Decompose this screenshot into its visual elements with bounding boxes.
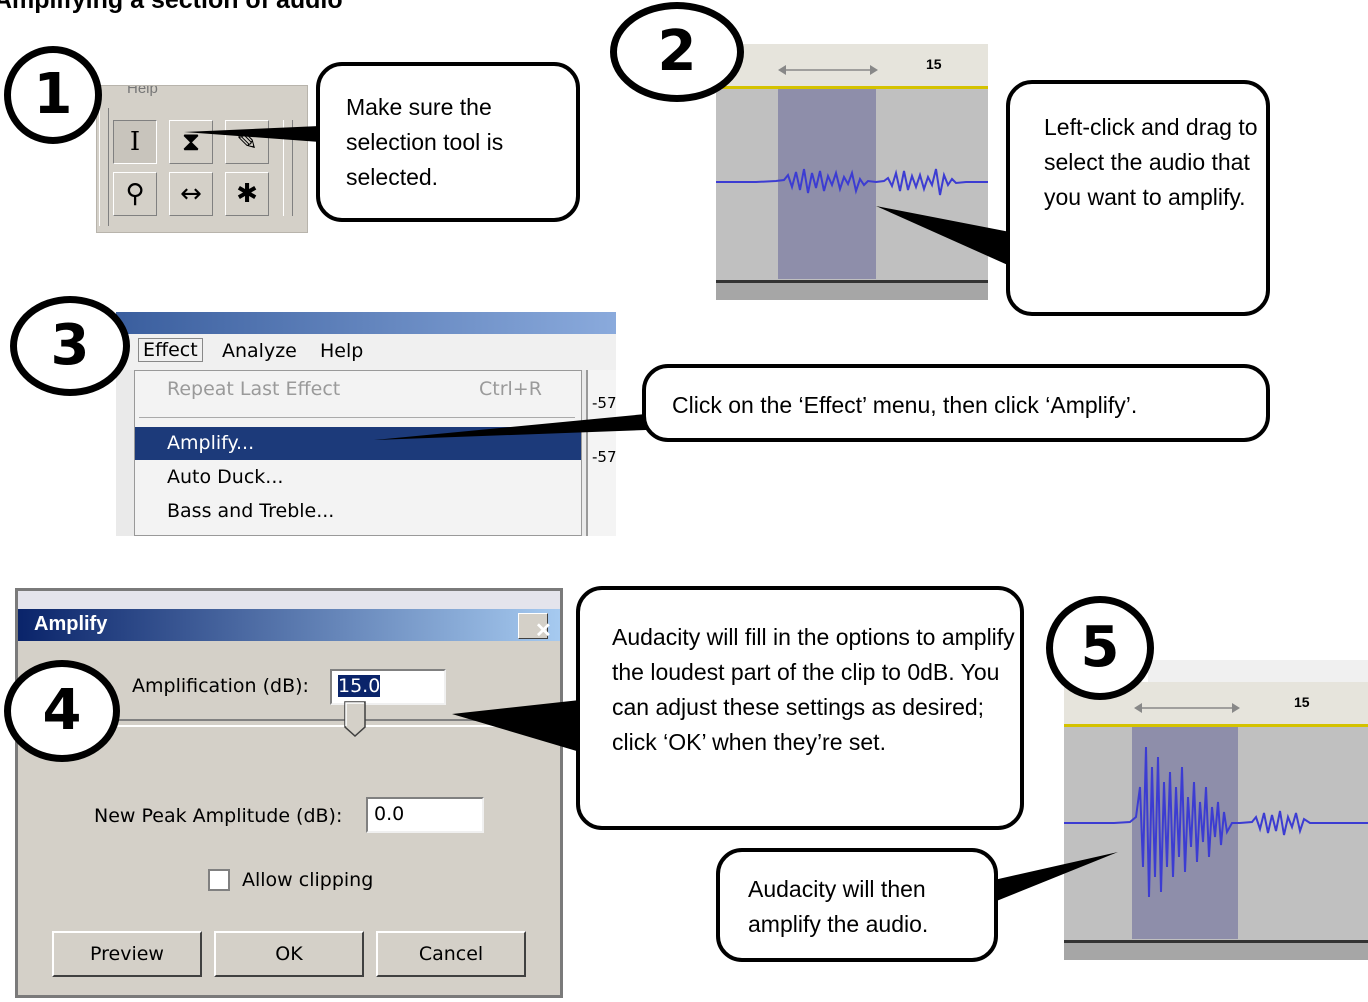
- envelope-tool-button[interactable]: ⧗: [169, 120, 213, 164]
- tools-toolbar: Help I ⧗ ✎ ⚲ ↔ ✱: [96, 85, 308, 233]
- draw-tool-icon: ✎: [236, 127, 258, 157]
- draw-tool-button[interactable]: ✎: [225, 120, 269, 164]
- amplification-value: 15.0: [338, 675, 381, 697]
- timeline-tick-label: 15: [1294, 694, 1310, 710]
- menu-item-label: Repeat Last Effect: [167, 378, 341, 400]
- page-title: Amplifying a section of audio: [0, 0, 343, 14]
- menu-separator: [139, 417, 575, 418]
- menu-help[interactable]: Help: [320, 340, 363, 362]
- callout-step-3: Click on the ‘Effect’ menu, then click ‘…: [642, 364, 1270, 442]
- timeshift-tool-button[interactable]: ↔: [169, 172, 213, 216]
- track-meter-fragment: -57 -57: [586, 370, 616, 536]
- step-3-badge: 3: [10, 296, 130, 396]
- amplification-field[interactable]: 15.0: [330, 669, 446, 705]
- callout-step-2: Left-click and drag to select the audio …: [1006, 80, 1270, 316]
- waveform-panel-after[interactable]: 15: [1064, 682, 1368, 960]
- amplification-slider-thumb[interactable]: [344, 701, 366, 737]
- menu-item-shortcut: Ctrl+R: [479, 378, 542, 400]
- callout-step-5: Audacity will then amplify the audio.: [716, 848, 998, 962]
- callout-step-4: Audacity will fill in the options to amp…: [576, 586, 1024, 830]
- selection-range-indicator: [778, 65, 878, 75]
- multi-tool-button[interactable]: ✱: [225, 172, 269, 216]
- allow-clipping-checkbox[interactable]: [208, 869, 230, 891]
- menubar: Effect Analyze Help: [116, 334, 616, 370]
- dialog-title: Amplify: [34, 613, 108, 635]
- menu-item-label: Auto Duck...: [167, 466, 284, 488]
- selection-tool-icon: I: [129, 127, 141, 157]
- amplify-dialog: Amplify ✕ Amplification (dB): 15.0 New P…: [15, 588, 563, 998]
- step-1-badge: 1: [4, 46, 102, 144]
- timeline-tick-label: 15: [926, 56, 942, 72]
- selection-range-indicator: [1134, 703, 1240, 713]
- zoom-tool-icon: ⚲: [125, 179, 145, 209]
- window-titlebar: [116, 312, 616, 334]
- step-4-badge: 4: [4, 660, 120, 762]
- effect-menu-screenshot: Effect Analyze Help Repeat Last Effect C…: [116, 312, 616, 536]
- step-2-badge: 2: [610, 2, 744, 102]
- window-strip: [1148, 660, 1368, 683]
- meter-value: -57: [592, 448, 616, 466]
- menu-item-auto-duck[interactable]: Auto Duck...: [135, 461, 581, 494]
- multi-tool-icon: ✱: [236, 179, 258, 209]
- timeline-ruler[interactable]: 15: [716, 44, 988, 89]
- track-bottom-bar: [1064, 940, 1368, 960]
- envelope-tool-icon: ⧗: [181, 126, 201, 157]
- meter-value: -57: [592, 394, 616, 412]
- peak-amplitude-value: 0.0: [374, 803, 405, 825]
- allow-clipping-label: Allow clipping: [242, 869, 374, 891]
- callout-step-1: Make sure the selection tool is selected…: [316, 62, 580, 222]
- step-5-badge: 5: [1046, 596, 1154, 700]
- menu-item-amplify[interactable]: Amplify...: [135, 427, 581, 460]
- waveform-panel-before[interactable]: 15: [716, 44, 988, 300]
- zoom-tool-button[interactable]: ⚲: [113, 172, 157, 216]
- menu-item-repeat-last-effect[interactable]: Repeat Last Effect Ctrl+R: [135, 373, 581, 406]
- menu-item-label: Bass and Treble...: [167, 500, 335, 522]
- toolbar-grip[interactable]: [99, 108, 109, 226]
- close-icon: ✕: [535, 620, 552, 642]
- peak-amplitude-label: New Peak Amplitude (dB):: [94, 805, 343, 827]
- peak-amplitude-field[interactable]: 0.0: [366, 797, 484, 833]
- preview-button[interactable]: Preview: [52, 931, 202, 977]
- effect-dropdown: Repeat Last Effect Ctrl+R Amplify... Aut…: [134, 370, 582, 536]
- ok-button[interactable]: OK: [214, 931, 364, 977]
- dialog-titlebar: Amplify ✕: [18, 609, 560, 642]
- waveform-after: [1064, 746, 1368, 898]
- waveform-before: [716, 168, 988, 196]
- cancel-button[interactable]: Cancel: [376, 931, 526, 977]
- timeshift-tool-icon: ↔: [180, 179, 202, 209]
- selection-tool-button[interactable]: I: [113, 120, 157, 164]
- menu-effect[interactable]: Effect: [138, 338, 203, 362]
- menu-item-bass-and-treble[interactable]: Bass and Treble...: [135, 495, 581, 528]
- track-bottom-bar: [716, 280, 988, 300]
- toolbar-grip-right[interactable]: [283, 120, 293, 216]
- amplification-label: Amplification (dB):: [132, 675, 309, 697]
- background-waveform-strip: [18, 591, 560, 609]
- menu-item-label: Amplify...: [167, 432, 255, 454]
- menu-analyze[interactable]: Analyze: [222, 340, 297, 362]
- close-button[interactable]: ✕: [518, 613, 552, 642]
- help-menu-fragment: Help: [127, 85, 158, 97]
